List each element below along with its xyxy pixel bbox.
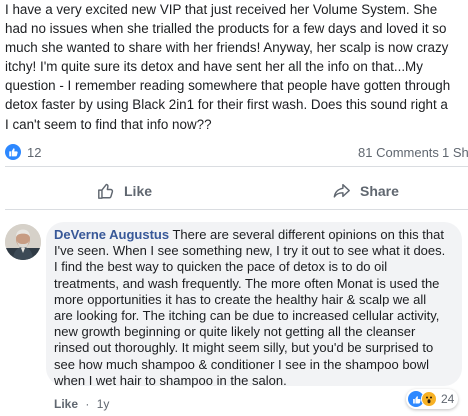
comment-text: DeVerne Augustus There are several diffe… <box>54 227 468 389</box>
like-reaction-icon[interactable] <box>5 144 21 160</box>
comment-reaction-count: 24 <box>441 392 455 406</box>
divider <box>5 209 468 210</box>
comment-like-link[interactable]: Like <box>54 397 78 411</box>
share-arrow-icon <box>333 183 350 198</box>
comment-line: There are several different opinions on … <box>169 227 444 242</box>
comment-first-line: DeVerne Augustus There are several diffe… <box>54 227 468 243</box>
comment-line: when I wet hair to shampoo in the salon. <box>54 372 287 388</box>
post-line: I have a very excited new VIP that just … <box>5 2 438 17</box>
separator-dot: · <box>85 397 90 411</box>
comment-line: treatments, and wash frequently. The mor… <box>54 275 440 291</box>
comment-reactions-badge[interactable]: 24 <box>406 389 459 409</box>
post-line: I can't seem to find that info now?? <box>5 116 212 132</box>
post-line: detox faster by using Black 2in1 for the… <box>5 97 448 113</box>
post-line: question - I remember reading somewhere … <box>5 78 451 94</box>
post-line: had no issues when she trialled the prod… <box>5 21 447 37</box>
comment-line: rinsed out thoroughly. It might seem sil… <box>54 340 434 356</box>
comments-count-link[interactable]: 81 Comments <box>358 145 439 160</box>
thumbs-up-icon <box>98 183 114 199</box>
comment-line: see how much shampoo & conditioner I see… <box>54 356 430 372</box>
post-line: much she wanted to share with her friend… <box>5 40 449 56</box>
comment-timestamp[interactable]: 1y <box>97 397 110 411</box>
shares-count-link[interactable]: 1 Sha <box>442 145 468 160</box>
divider <box>5 166 468 167</box>
comment-line: new growth beginning or quite likely not… <box>54 324 416 340</box>
share-button[interactable]: Share <box>333 174 399 208</box>
reaction-count[interactable]: 12 <box>27 145 41 160</box>
comment-author-link[interactable]: DeVerne Augustus <box>54 227 169 242</box>
comment-line: are looking for. The itching can be due … <box>54 307 440 323</box>
comment-line: more opportunities it has to create the … <box>54 291 427 307</box>
comment-line: I've seen. When I see something new, I t… <box>54 243 446 259</box>
like-button-label: Like <box>124 183 153 199</box>
post-line: itchy! I'm quite sure its detox and have… <box>5 59 423 75</box>
post-stats-bar: 12 81 Comments 1 Sha <box>5 143 468 163</box>
avatar[interactable] <box>5 224 41 260</box>
like-button[interactable]: Like <box>97 174 152 208</box>
wow-face-icon <box>421 391 437 407</box>
comment-line: I find the best way to quicken the pace … <box>54 259 388 275</box>
post-text: I have a very excited new VIP that just … <box>5 0 468 134</box>
comment-actions: Like · 1y <box>54 397 109 411</box>
share-button-label: Share <box>360 183 399 199</box>
